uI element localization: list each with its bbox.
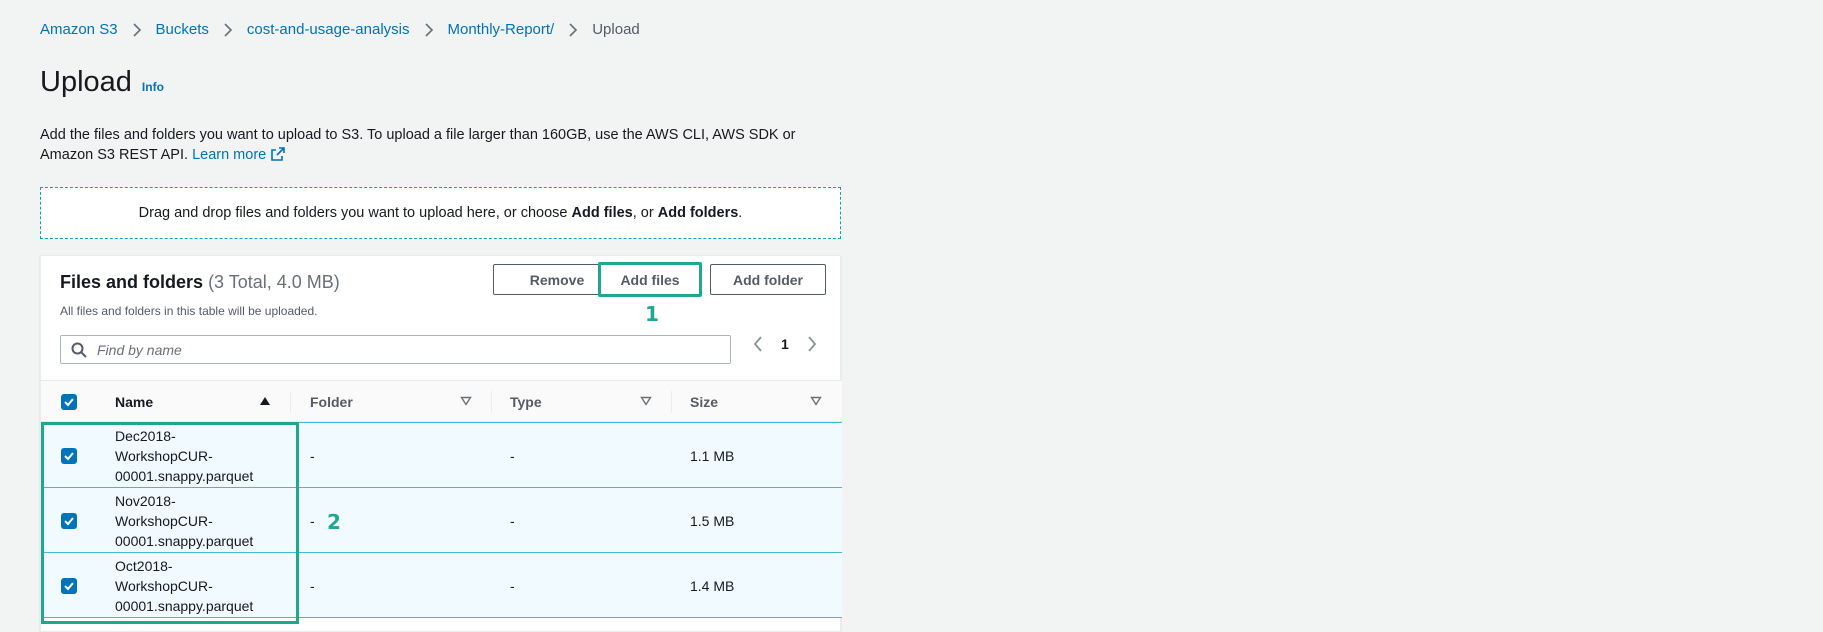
- row-size: 1.1 MB: [690, 448, 735, 464]
- row-size: 1.5 MB: [690, 513, 735, 529]
- table-row[interactable]: Oct2018- WorkshopCUR- 00001.snappy.parqu…: [41, 552, 842, 618]
- add-folder-button[interactable]: Add folder: [710, 264, 826, 295]
- chevron-right-icon: [568, 23, 578, 37]
- panel-title-text: Files and folders: [60, 272, 204, 292]
- row-size: 1.4 MB: [690, 578, 735, 594]
- chevron-left-icon[interactable]: [753, 336, 763, 352]
- upload-page: Amazon S3 Buckets cost-and-usage-analysi…: [0, 0, 1823, 632]
- checkbox-checked-icon: [64, 452, 74, 461]
- pagination: 1: [753, 336, 817, 352]
- chevron-right-icon[interactable]: [807, 336, 817, 352]
- panel-count: (3 Total, 4.0 MB): [208, 272, 340, 292]
- row-type: -: [510, 513, 515, 529]
- callout-1: 1: [645, 302, 659, 326]
- row-name: Oct2018- WorkshopCUR- 00001.snappy.parqu…: [97, 553, 291, 619]
- column-name-label: Name: [115, 394, 154, 410]
- learn-more-link[interactable]: Learn more: [192, 147, 286, 163]
- checkbox-checked-icon: [64, 398, 74, 407]
- row-checkbox-cell: [41, 553, 97, 619]
- row-checkbox[interactable]: [61, 578, 77, 594]
- panel-title: Files and folders (3 Total, 4.0 MB): [60, 272, 340, 293]
- breadcrumb-current: Upload: [592, 21, 640, 38]
- row-name-text: Oct2018- WorkshopCUR- 00001.snappy.parqu…: [115, 558, 254, 614]
- chevron-right-icon: [132, 23, 142, 37]
- row-checkbox-cell: [41, 423, 97, 489]
- checkbox-checked-icon: [64, 582, 74, 591]
- files-and-folders-panel: Files and folders (3 Total, 4.0 MB) All …: [40, 255, 842, 632]
- row-folder: -: [310, 578, 315, 594]
- row-name-text: Nov2018- WorkshopCUR- 00001.snappy.parqu…: [115, 493, 254, 549]
- search-box[interactable]: [60, 335, 731, 364]
- table-row[interactable]: Dec2018- WorkshopCUR- 00001.snappy.parqu…: [41, 422, 842, 488]
- info-link[interactable]: Info: [142, 80, 164, 94]
- chevron-right-icon: [223, 23, 233, 37]
- column-size-label: Size: [690, 394, 719, 410]
- column-type-label: Type: [510, 394, 542, 410]
- breadcrumb-amazon-s3[interactable]: Amazon S3: [40, 20, 118, 40]
- row-name: Dec2018- WorkshopCUR- 00001.snappy.parqu…: [97, 423, 291, 489]
- row-type: -: [510, 448, 515, 464]
- add-files-button[interactable]: Add files: [599, 264, 701, 295]
- dropzone-add-folders: Add folders: [657, 205, 739, 221]
- sort-icon[interactable]: [460, 396, 472, 406]
- dropzone-mid: , or: [632, 205, 658, 221]
- search-icon: [71, 342, 87, 358]
- header-checkbox-cell: [41, 381, 97, 423]
- breadcrumb-bucket[interactable]: cost-and-usage-analysis: [247, 20, 410, 40]
- dropzone-text: Drag and drop files and folders you want…: [139, 205, 743, 221]
- select-all-checkbox[interactable]: [61, 394, 77, 410]
- sort-icon[interactable]: [810, 396, 822, 406]
- page-number[interactable]: 1: [781, 336, 789, 352]
- dropzone-suffix: .: [738, 205, 743, 221]
- column-header-size[interactable]: Size: [672, 381, 842, 423]
- table-body: Dec2018- WorkshopCUR- 00001.snappy.parqu…: [41, 422, 842, 618]
- panel-subtitle: All files and folders in this table will…: [60, 304, 318, 318]
- callout-2: 2: [327, 510, 341, 534]
- dropzone-add-files: Add files: [571, 205, 633, 221]
- row-name: Nov2018- WorkshopCUR- 00001.snappy.parqu…: [97, 488, 291, 554]
- title-row: Upload Info: [40, 66, 164, 99]
- row-type: -: [510, 578, 515, 594]
- files-table: Name Folder Type Size Dec2018- WorkshopC…: [41, 380, 842, 618]
- breadcrumb-folder[interactable]: Monthly-Report/: [448, 20, 555, 40]
- table-header: Name Folder Type Size: [41, 380, 842, 422]
- checkbox-checked-icon: [64, 517, 74, 526]
- sort-icon[interactable]: [640, 396, 652, 406]
- learn-more-label: Learn more: [192, 147, 267, 163]
- row-folder: -: [310, 448, 315, 464]
- breadcrumb-buckets[interactable]: Buckets: [156, 20, 209, 40]
- sort-ascending-icon[interactable]: [259, 396, 271, 406]
- drop-zone[interactable]: Drag and drop files and folders you want…: [40, 187, 841, 239]
- search-input[interactable]: [95, 336, 730, 363]
- column-header-name[interactable]: Name: [97, 381, 291, 423]
- column-header-type[interactable]: Type: [492, 381, 672, 423]
- page-description: Add the files and folders you want to up…: [40, 125, 845, 167]
- dropzone-prefix: Drag and drop files and folders you want…: [138, 205, 572, 221]
- column-header-folder[interactable]: Folder: [291, 381, 492, 423]
- column-folder-label: Folder: [310, 394, 353, 410]
- table-row[interactable]: Nov2018- WorkshopCUR- 00001.snappy.parqu…: [41, 487, 842, 553]
- row-checkbox-cell: [41, 488, 97, 554]
- external-link-icon: [271, 147, 286, 167]
- row-name-text: Dec2018- WorkshopCUR- 00001.snappy.parqu…: [115, 428, 254, 484]
- page-title: Upload: [40, 66, 132, 98]
- row-checkbox[interactable]: [61, 513, 77, 529]
- breadcrumb: Amazon S3 Buckets cost-and-usage-analysi…: [40, 20, 640, 40]
- chevron-right-icon: [424, 23, 434, 37]
- row-checkbox[interactable]: [61, 448, 77, 464]
- row-folder: -: [310, 513, 315, 529]
- description-text: Add the files and folders you want to up…: [40, 127, 796, 163]
